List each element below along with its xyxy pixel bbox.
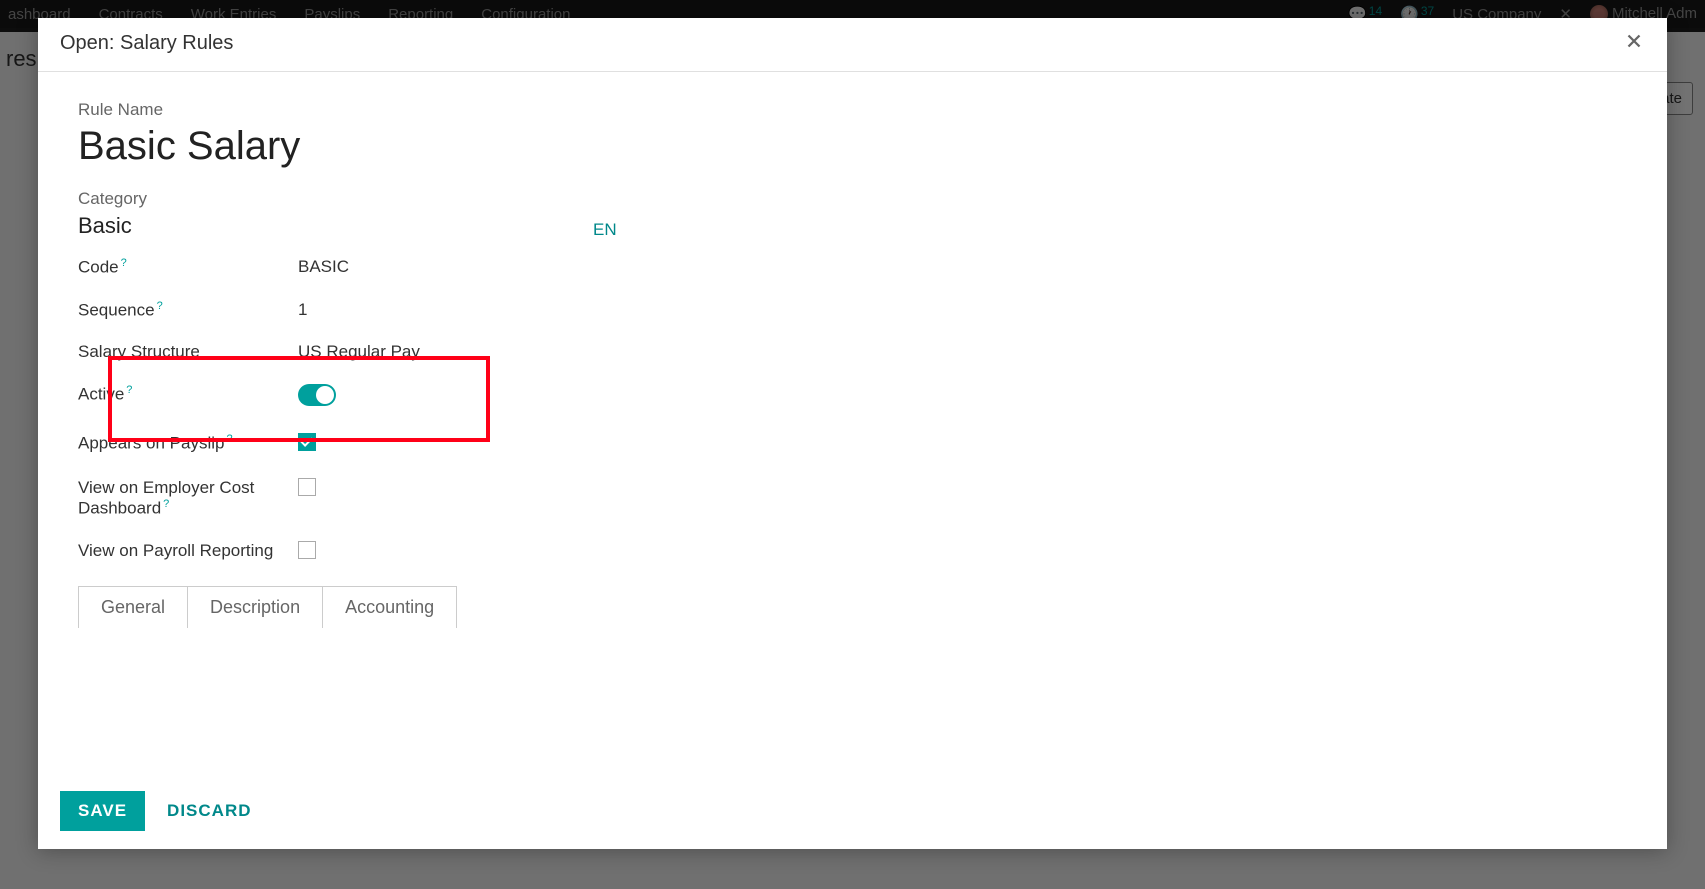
view-payroll-reporting-label: View on Payroll Reporting [78, 541, 298, 561]
modal-body-scroll[interactable]: EN Rule Name Basic Salary Category Basic… [38, 72, 1667, 755]
help-icon[interactable]: ? [163, 498, 169, 510]
tab-description[interactable]: Description [188, 586, 323, 628]
tab-accounting[interactable]: Accounting [323, 586, 457, 628]
appears-on-payslip-checkbox[interactable] [298, 433, 316, 451]
active-toggle[interactable] [298, 384, 336, 406]
modal-footer: SAVE DISCARD [38, 773, 1667, 849]
view-payroll-reporting-checkbox[interactable] [298, 541, 316, 559]
form-tabs: General Description Accounting [78, 586, 1667, 628]
salary-rule-modal: Open: Salary Rules EN Rule Name Basic Sa… [38, 18, 1667, 849]
code-value[interactable]: BASIC [298, 257, 1667, 277]
help-icon[interactable]: ? [157, 300, 163, 312]
view-employer-cost-checkbox[interactable] [298, 478, 316, 496]
active-label: Active? [78, 384, 298, 405]
help-icon[interactable]: ? [121, 257, 127, 269]
save-button[interactable]: SAVE [60, 791, 145, 831]
tab-general[interactable]: General [78, 586, 188, 628]
code-label: Code? [78, 257, 298, 278]
close-icon[interactable] [1623, 30, 1645, 57]
salary-structure-label: Salary Structure [78, 342, 298, 362]
rule-name-label: Rule Name [78, 100, 1667, 120]
modal-title: Open: Salary Rules [60, 32, 233, 55]
sequence-label: Sequence? [78, 300, 298, 321]
help-icon[interactable]: ? [226, 433, 232, 445]
category-label: Category [78, 189, 1667, 209]
help-icon[interactable]: ? [126, 384, 132, 396]
view-employer-cost-label: View on Employer Cost Dashboard? [78, 478, 298, 519]
category-value[interactable]: Basic [78, 213, 1667, 239]
modal-header: Open: Salary Rules [38, 18, 1667, 72]
appears-on-payslip-label: Appears on Payslip? [78, 433, 298, 454]
discard-button[interactable]: DISCARD [167, 801, 251, 821]
language-badge[interactable]: EN [593, 220, 617, 240]
salary-structure-value[interactable]: US Regular Pay [298, 342, 1667, 362]
sequence-value[interactable]: 1 [298, 300, 1667, 320]
rule-name-value[interactable]: Basic Salary [78, 124, 1667, 169]
